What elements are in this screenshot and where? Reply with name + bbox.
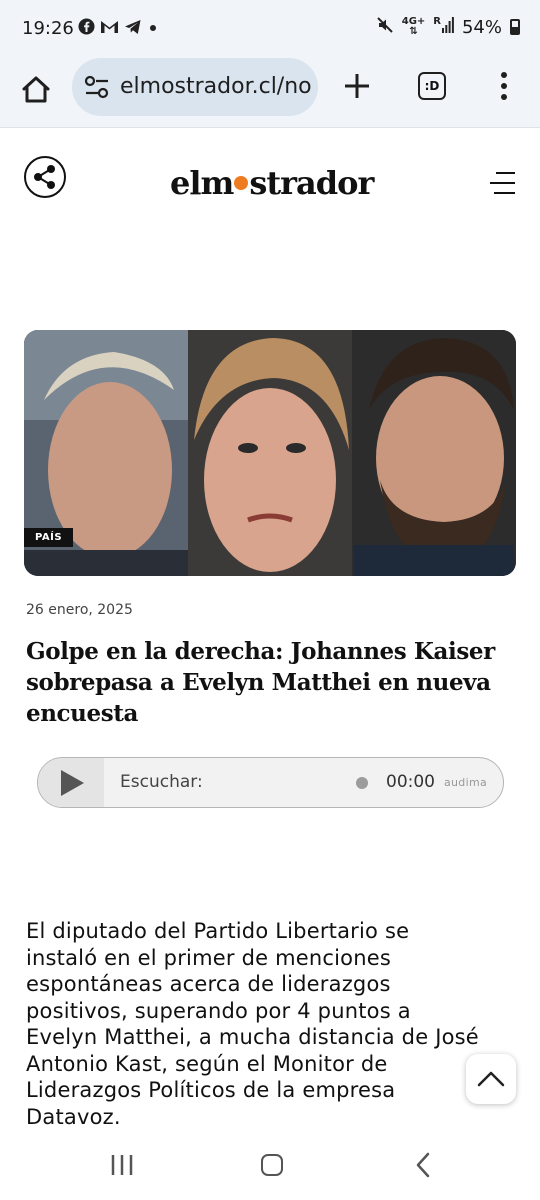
logo-text-start: elm <box>170 164 234 202</box>
tab-switcher-label: :D <box>424 79 440 93</box>
audio-brand[interactable]: audima <box>444 776 487 789</box>
system-status: 4G+ ⇅ R 54% <box>376 16 520 38</box>
plus-icon <box>345 74 369 98</box>
back-button[interactable] <box>414 1152 432 1178</box>
network-indicator: 4G+ ⇅ <box>402 17 426 37</box>
recents-button[interactable] <box>110 1154 134 1176</box>
dot-icon <box>147 19 159 40</box>
back-icon <box>416 1152 430 1178</box>
facebook-icon <box>78 18 95 40</box>
home-button[interactable] <box>16 70 56 110</box>
notification-icons <box>78 18 159 40</box>
scroll-to-top-button[interactable] <box>466 1054 516 1104</box>
network-arrows-icon: ⇅ <box>409 26 418 37</box>
roaming-label: R <box>433 16 441 27</box>
play-button[interactable] <box>38 758 104 807</box>
share-button[interactable] <box>24 156 66 198</box>
signal-indicator: R <box>433 17 454 37</box>
more-vert-icon <box>501 72 507 100</box>
battery-icon <box>510 19 520 35</box>
tab-switcher-button[interactable]: :D <box>418 72 446 100</box>
url-bar[interactable]: elmostrador.cl/no <box>72 58 318 116</box>
url-text[interactable]: elmostrador.cl/no <box>120 74 312 99</box>
status-bar: 19:26 4G+ ⇅ R 54% <box>0 0 540 56</box>
signal-icon <box>441 17 454 37</box>
browser-menu-button[interactable] <box>494 70 514 102</box>
article-headline: Golpe en la derecha: Johannes Kaiser sob… <box>26 638 495 727</box>
mute-icon <box>376 16 394 38</box>
article-date: 26 enero, 2025 <box>26 602 133 618</box>
new-tab-button[interactable] <box>340 66 374 106</box>
share-icon <box>34 165 55 189</box>
chevron-up-icon <box>477 1071 505 1087</box>
recents-icon <box>111 1155 133 1175</box>
hamburger-icon <box>490 172 515 194</box>
browser-toolbar: elmostrador.cl/no :D <box>0 56 540 128</box>
audio-player-label: Escuchar: <box>120 772 203 792</box>
site-logo[interactable]: elm strador <box>170 164 374 202</box>
system-nav-bar <box>0 1134 540 1200</box>
category-badge[interactable]: PAÍS <box>24 528 74 547</box>
audio-time: 00:00 <box>386 772 435 792</box>
audio-progress-handle[interactable] <box>356 777 368 789</box>
article-hero-image[interactable]: PAÍS <box>24 330 516 576</box>
site-settings-icon[interactable] <box>84 75 110 99</box>
home-icon <box>22 76 50 103</box>
status-time: 19:26 <box>22 18 74 39</box>
hero-photo-collage <box>24 330 516 576</box>
logo-text-end: strador <box>249 164 374 202</box>
battery-percent: 54% <box>461 16 502 38</box>
site-menu-button[interactable] <box>488 170 516 196</box>
gmail-icon <box>100 19 119 39</box>
audio-player: Escuchar: 00:00 audima <box>37 757 504 808</box>
logo-dot <box>234 175 249 190</box>
system-home-button[interactable] <box>261 1154 283 1176</box>
telegram-icon <box>124 19 142 40</box>
article-body: El diputado del Partido Libertario se in… <box>26 919 479 1129</box>
